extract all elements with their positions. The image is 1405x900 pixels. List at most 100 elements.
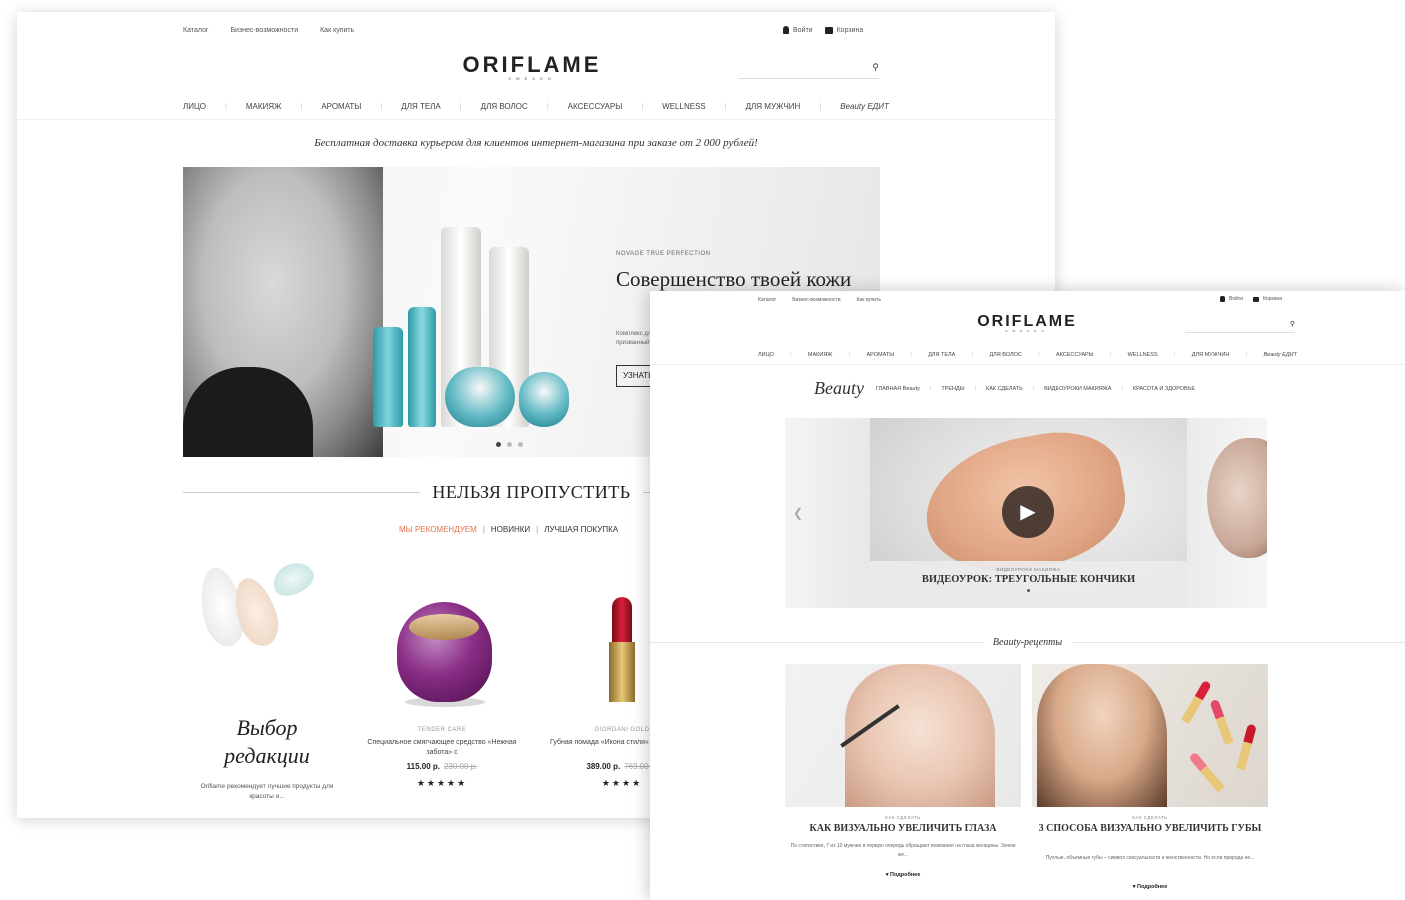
product-name[interactable]: Специальное смягчающее средство «Нежная … — [367, 738, 517, 758]
beauty-script-logo[interactable]: Beauty — [814, 378, 864, 399]
search-icon[interactable]: ⚲ — [1290, 320, 1295, 328]
category-body[interactable]: ДЛЯ ТЕЛА — [928, 352, 955, 364]
site-logo[interactable]: ORIFLAME SWEDEN — [437, 52, 627, 81]
carousel-prev-slide[interactable]: ❮ — [785, 418, 870, 608]
category-accessories[interactable]: АКСЕССУАРЫ — [1056, 352, 1094, 364]
article-headline[interactable]: 3 СПОСОБА ВИЗУАЛЬНО УВЕЛИЧИТЬ ГУБЫ — [1032, 823, 1268, 835]
editors-choice-text: Oriflame рекомендует лучшие продукты для… — [200, 783, 334, 800]
account-nav: Войти Корзина — [1220, 296, 1286, 302]
cart-icon — [824, 26, 833, 34]
composite-stage: Каталог Бизнес-возможности Как купить Во… — [0, 0, 1405, 900]
utility-link-catalog[interactable]: Каталог — [758, 297, 776, 303]
category-fragrances[interactable]: АРОМАТЫ — [867, 352, 895, 364]
category-beauty-edit[interactable]: Beauty ЕДИТ — [1263, 352, 1297, 364]
category-face[interactable]: ЛИЦО — [183, 102, 206, 119]
article-headline[interactable]: КАК ВИЗУАЛЬНО УВЕЛИЧИТЬ ГЛАЗА — [785, 823, 1021, 835]
category-fragrances[interactable]: АРОМАТЫ — [321, 102, 361, 119]
category-makeup[interactable]: МАКИЯЖ — [808, 352, 832, 364]
product-bottle-image — [373, 327, 403, 427]
utility-nav: Каталог Бизнес-возможности Как купить — [758, 297, 897, 303]
tab-new[interactable]: НОВИНКИ — [491, 525, 530, 534]
promo-banner: Бесплатная доставка курьером для клиенто… — [314, 137, 758, 149]
utility-nav: Каталог Бизнес-возможности Как купить — [183, 27, 376, 34]
hero-headline: Совершенство твоей кожи — [616, 267, 852, 291]
article-excerpt: По статистике, 7 из 10 мужчин в первую о… — [790, 843, 1016, 858]
user-icon — [1220, 296, 1225, 302]
utility-link-how-to-buy[interactable]: Как купить — [857, 297, 881, 303]
cart-link[interactable]: Корзина — [837, 27, 864, 34]
utility-link-catalog[interactable]: Каталог — [183, 27, 208, 34]
article-card[interactable]: КАК СДЕЛАТЬ КАК ВИЗУАЛЬНО УВЕЛИЧИТЬ ГЛАЗ… — [785, 664, 1021, 894]
search-input[interactable]: ⚲ — [739, 57, 879, 79]
category-nav: ЛИЦО | МАКИЯЖ | АРОМАТЫ | ДЛЯ ТЕЛА | ДЛЯ ВОЛ… — [650, 352, 1405, 365]
utility-link-how-to-buy[interactable]: Как купить — [320, 27, 354, 34]
login-link[interactable]: Войти — [1229, 296, 1243, 302]
category-accessories[interactable]: АКСЕССУАРЫ — [568, 102, 623, 119]
site-logo[interactable]: ORIFLAME SWEDEN — [960, 313, 1094, 333]
product-old-price: 230.00 р. — [443, 762, 478, 771]
oriflame-beauty-page: Каталог Бизнес-возможности Как купить Во… — [650, 291, 1405, 900]
logo-wordmark: ORIFLAME — [462, 52, 602, 77]
product-image — [397, 602, 492, 702]
read-more-link[interactable]: ▾ Подробнее — [785, 872, 1021, 878]
beauty-nav-how-to[interactable]: КАК СДЕЛАТЬ — [986, 386, 1023, 392]
carousel-dot[interactable] — [496, 442, 501, 447]
login-link[interactable]: Войти — [793, 27, 813, 34]
tab-recommended[interactable]: МЫ РЕКОМЕНДУЕМ — [399, 525, 477, 534]
category-nav: ЛИЦО | МАКИЯЖ | АРОМАТЫ | ДЛЯ ТЕЛА | ДЛЯ ВОЛ… — [17, 102, 1055, 120]
beauty-nav-home[interactable]: ГЛАВНАЯ Beauty — [876, 386, 920, 392]
beauty-nav-video-lessons[interactable]: ВИДЕОУРОКИ МАКИЯЖА — [1044, 386, 1111, 392]
category-men[interactable]: ДЛЯ МУЖЧИН — [746, 102, 801, 119]
model-face-image — [1207, 438, 1267, 558]
user-icon — [783, 26, 789, 34]
search-input[interactable]: ⚲ — [1185, 316, 1295, 333]
cream-swatch-image — [267, 556, 319, 602]
product-jar-image — [445, 367, 515, 427]
category-hair[interactable]: ДЛЯ ВОЛОС — [989, 352, 1021, 364]
category-wellness[interactable]: WELLNESS — [662, 102, 706, 119]
utility-link-business[interactable]: Бизнес-возможности — [792, 297, 840, 303]
beauty-section-title: Beauty-рецепты — [650, 637, 1405, 648]
beauty-nav-trends[interactable]: ТРЕНДЫ — [941, 386, 964, 392]
account-nav: Войти Корзина — [783, 26, 867, 34]
chevron-left-icon[interactable]: ❮ — [793, 506, 803, 520]
category-beauty-edit[interactable]: Beauty ЕДИТ — [840, 102, 889, 119]
hero-model-image — [183, 167, 383, 457]
video-carousel: ❮ ▶ ВИДЕОУРОКИ МАКИЯЖА ВИДЕОУРОК: ТРЕУГО… — [785, 418, 1267, 608]
carousel-next-slide[interactable] — [1187, 418, 1267, 608]
video-caption: ВИДЕОУРОКИ МАКИЯЖА ВИДЕОУРОК: ТРЕУГОЛЬНЫ… — [870, 561, 1187, 608]
carousel-dot[interactable] — [507, 442, 512, 447]
product-rating: ★★★★★ — [416, 778, 468, 788]
cart-link[interactable]: Корзина — [1263, 296, 1282, 302]
editors-choice-title: Выбор редакции — [224, 715, 310, 768]
category-men[interactable]: ДЛЯ МУЖЧИН — [1192, 352, 1230, 364]
category-hair[interactable]: ДЛЯ ВОЛОС — [481, 102, 528, 119]
beauty-subnav: Beauty ГЛАВНАЯ Beauty | ТРЕНДЫ | КАК СДЕЛА… — [814, 378, 1196, 399]
read-more-link[interactable]: ▾ Подробнее — [1032, 884, 1268, 890]
category-wellness[interactable]: WELLNESS — [1128, 352, 1158, 364]
video-slide[interactable]: ▶ ВИДЕОУРОКИ МАКИЯЖА ВИДЕОУРОК: ТРЕУГОЛЬ… — [870, 418, 1187, 608]
article-kicker: КАК СДЕЛАТЬ — [1132, 815, 1168, 820]
product-card[interactable]: TENDER CARE Специальное смягчающее средс… — [367, 562, 517, 812]
product-brand: TENDER CARE — [417, 727, 467, 733]
article-kicker: КАК СДЕЛАТЬ — [885, 815, 921, 820]
article-image — [785, 664, 1021, 807]
category-face[interactable]: ЛИЦО — [758, 352, 774, 364]
carousel-dot[interactable] — [518, 442, 523, 447]
product-bottle-image — [408, 307, 436, 427]
utility-link-business[interactable]: Бизнес-возможности — [230, 27, 298, 34]
play-icon[interactable]: ▶ — [1002, 486, 1054, 538]
category-makeup[interactable]: МАКИЯЖ — [246, 102, 282, 119]
search-icon[interactable]: ⚲ — [872, 62, 879, 73]
article-card[interactable]: КАК СДЕЛАТЬ 3 СПОСОБА ВИЗУАЛЬНО УВЕЛИЧИТ… — [1032, 664, 1268, 894]
category-body[interactable]: ДЛЯ ТЕЛА — [401, 102, 440, 119]
tab-best-buy[interactable]: ЛУЧШАЯ ПОКУПКА — [544, 525, 618, 534]
beauty-nav-health[interactable]: КРАСОТА И ЗДОРОВЬЕ — [1133, 386, 1195, 392]
video-title[interactable]: ВИДЕОУРОК: ТРЕУГОЛЬНЫЕ КОНЧИКИ — [870, 574, 1187, 585]
hero-kicker: NOVAGE TRUE PERFECTION — [616, 251, 711, 257]
editors-choice-card[interactable]: Выбор редакции Oriflame рекомендует лучш… — [192, 556, 342, 812]
video-kicker: ВИДЕОУРОКИ МАКИЯЖА — [996, 567, 1061, 572]
product-price: 115.00 р. 230.00 р. — [406, 762, 478, 771]
logo-wordmark: ORIFLAME — [977, 313, 1077, 330]
carousel-dot[interactable] — [1027, 589, 1030, 592]
